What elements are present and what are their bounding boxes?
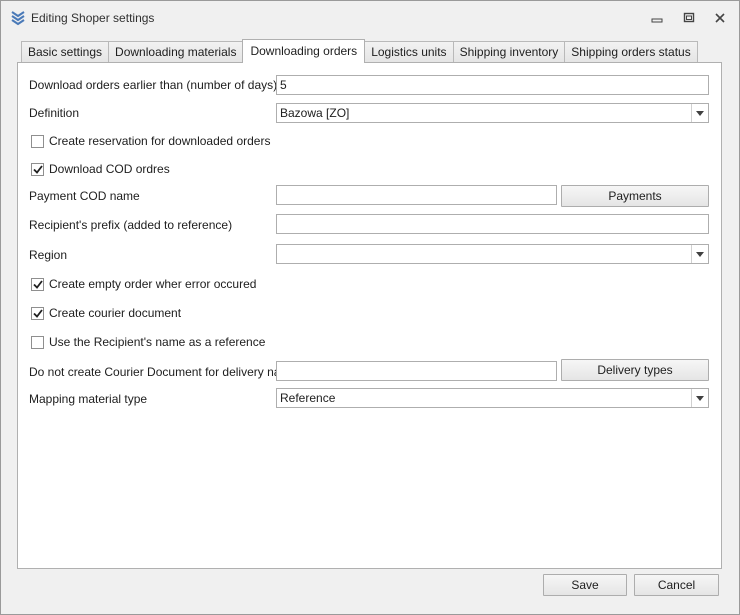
region-select[interactable] bbox=[276, 244, 709, 264]
no-courier-input[interactable] bbox=[276, 361, 557, 381]
settings-tabs: Basic settings Downloading materials Dow… bbox=[21, 39, 698, 63]
check-icon bbox=[32, 164, 43, 174]
mapping-select[interactable]: Reference bbox=[276, 388, 709, 408]
payments-button[interactable]: Payments bbox=[561, 185, 709, 207]
reservation-label: Create reservation for downloaded orders bbox=[49, 134, 271, 148]
days-input[interactable]: 5 bbox=[276, 75, 709, 95]
settings-window: Editing Shoper settings Basic settings D… bbox=[0, 0, 740, 615]
days-label: Download orders earlier than (number of … bbox=[29, 78, 278, 92]
mapping-label: Mapping material type bbox=[29, 392, 148, 406]
delivery-types-button[interactable]: Delivery types bbox=[561, 359, 709, 381]
reservation-option[interactable]: Create reservation for downloaded orders bbox=[31, 133, 270, 149]
courier-doc-option[interactable]: Create courier document bbox=[31, 305, 181, 321]
maximize-icon[interactable] bbox=[679, 9, 699, 27]
tab-shipping-inventory[interactable]: Shipping inventory bbox=[452, 41, 566, 63]
tab-shipping-orders-status[interactable]: Shipping orders status bbox=[564, 41, 698, 63]
payment-cod-input[interactable] bbox=[276, 185, 557, 205]
chevron-down-icon[interactable] bbox=[691, 104, 708, 122]
tab-logistics-units[interactable]: Logistics units bbox=[364, 41, 454, 63]
cod-option[interactable]: Download COD ordres bbox=[31, 161, 170, 177]
mapping-value: Reference bbox=[280, 391, 336, 405]
reservation-checkbox[interactable] bbox=[31, 134, 44, 148]
downloading-orders-panel: Download orders earlier than (number of … bbox=[17, 62, 722, 569]
tab-downloading-orders[interactable]: Downloading orders bbox=[242, 39, 366, 63]
region-label: Region bbox=[29, 248, 68, 262]
cod-checkbox[interactable] bbox=[31, 162, 44, 176]
empty-order-label: Create empty order wher error occured bbox=[49, 277, 257, 291]
courier-doc-label: Create courier document bbox=[49, 306, 182, 320]
title-bar: Editing Shoper settings bbox=[1, 1, 739, 35]
recipient-name-option[interactable]: Use the Recipient's name as a reference bbox=[31, 334, 265, 350]
chevron-down-icon[interactable] bbox=[691, 245, 708, 263]
cod-label: Download COD ordres bbox=[49, 162, 170, 176]
definition-label: Definition bbox=[29, 106, 80, 120]
definition-value: Bazowa [ZO] bbox=[280, 106, 350, 120]
no-courier-label: Do not create Courier Document for deliv… bbox=[29, 365, 298, 379]
minimize-icon[interactable] bbox=[647, 9, 667, 27]
empty-order-option[interactable]: Create empty order wher error occured bbox=[31, 276, 256, 292]
prefix-label: Recipient's prefix (added to reference) bbox=[29, 218, 233, 232]
app-logo-icon bbox=[10, 10, 26, 26]
window-title: Editing Shoper settings bbox=[31, 11, 155, 25]
chevron-down-icon[interactable] bbox=[691, 389, 708, 407]
tab-basic-settings[interactable]: Basic settings bbox=[21, 41, 110, 63]
courier-doc-checkbox[interactable] bbox=[31, 306, 44, 320]
save-button[interactable]: Save bbox=[543, 574, 627, 596]
prefix-input[interactable] bbox=[276, 214, 709, 234]
check-icon bbox=[32, 308, 43, 318]
cancel-button[interactable]: Cancel bbox=[634, 574, 719, 596]
payment-cod-label: Payment COD name bbox=[29, 189, 140, 203]
check-icon bbox=[32, 279, 43, 289]
close-icon[interactable] bbox=[710, 9, 730, 27]
recipient-name-checkbox[interactable] bbox=[31, 335, 44, 349]
definition-select[interactable]: Bazowa [ZO] bbox=[276, 103, 709, 123]
recipient-name-label: Use the Recipient's name as a reference bbox=[49, 335, 266, 349]
empty-order-checkbox[interactable] bbox=[31, 277, 44, 291]
tab-downloading-materials[interactable]: Downloading materials bbox=[108, 41, 244, 63]
